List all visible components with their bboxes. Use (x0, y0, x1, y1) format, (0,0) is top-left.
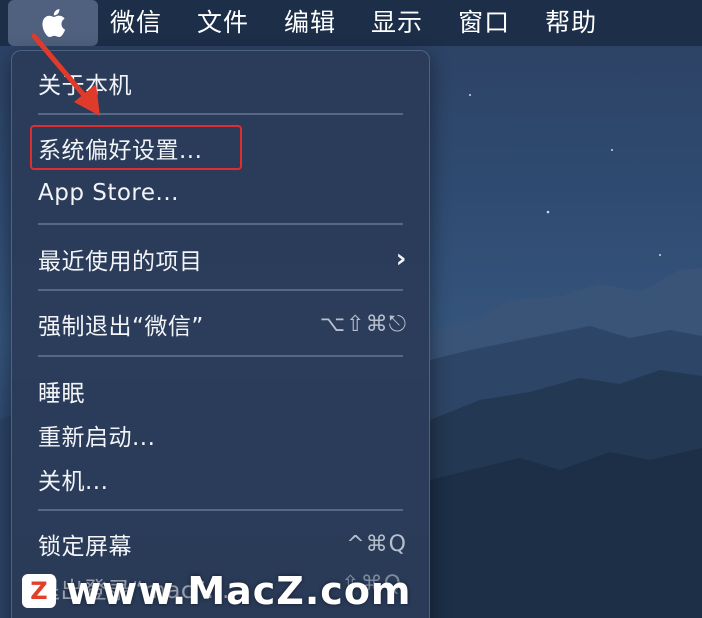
highlight-box (30, 125, 242, 170)
menubar-item-file[interactable]: 文件 (175, 0, 249, 46)
menu-item-label: 锁定屏幕 (38, 534, 132, 560)
menu-item-sleep[interactable]: 睡眠 (38, 371, 407, 411)
menubar-item-edit[interactable]: 编辑 (262, 0, 336, 46)
menubar-item-help[interactable]: 帮助 (523, 0, 597, 46)
annotation-arrow-icon (31, 33, 100, 116)
menu-separator (38, 223, 403, 225)
menu-item-label: App Store... (38, 180, 179, 206)
menu-item-recent-items[interactable]: 最近使用的项目 › (38, 239, 407, 279)
menubar-item-window[interactable]: 窗口 (436, 0, 510, 46)
menu-item-label: 睡眠 (38, 381, 85, 407)
shortcut-label: ⌥⇧⌘⎋ (319, 311, 407, 337)
menubar-item-view[interactable]: 显示 (349, 0, 423, 46)
menu-item-label: 强制退出“微信” (38, 314, 204, 340)
menu-item-restart[interactable]: 重新启动... (38, 415, 407, 455)
menu-item-shutdown[interactable]: 关机... (38, 459, 407, 499)
watermark-text: www.MacZ.com (66, 569, 412, 613)
watermark: Z www.MacZ.com (22, 566, 412, 616)
watermark-badge-letter: Z (30, 577, 48, 605)
apple-dropdown-menu: 关于本机 系统偏好设置... App Store... 最近使用的项目 › 强制… (11, 50, 430, 618)
chevron-right-icon: › (395, 244, 407, 274)
menu-separator (38, 509, 403, 511)
menu-item-label: 最近使用的项目 (38, 249, 203, 275)
menu-separator (38, 355, 403, 357)
menu-item-lock-screen[interactable]: 锁定屏幕 ^⌘Q (38, 524, 407, 564)
menu-item-force-quit[interactable]: 强制退出“微信” ⌥⇧⌘⎋ (38, 304, 407, 344)
shortcut-label: ^⌘Q (346, 531, 407, 557)
menu-item-label: 重新启动... (38, 425, 156, 451)
menu-separator (38, 289, 403, 291)
desktop: 微信 文件 编辑 显示 窗口 帮助 关于本机 系统偏好设置... App Sto… (0, 0, 702, 618)
menu-item-label: 关机... (38, 469, 109, 495)
watermark-logo-icon: Z (22, 574, 56, 608)
menu-item-app-store[interactable]: App Store... (38, 173, 407, 213)
